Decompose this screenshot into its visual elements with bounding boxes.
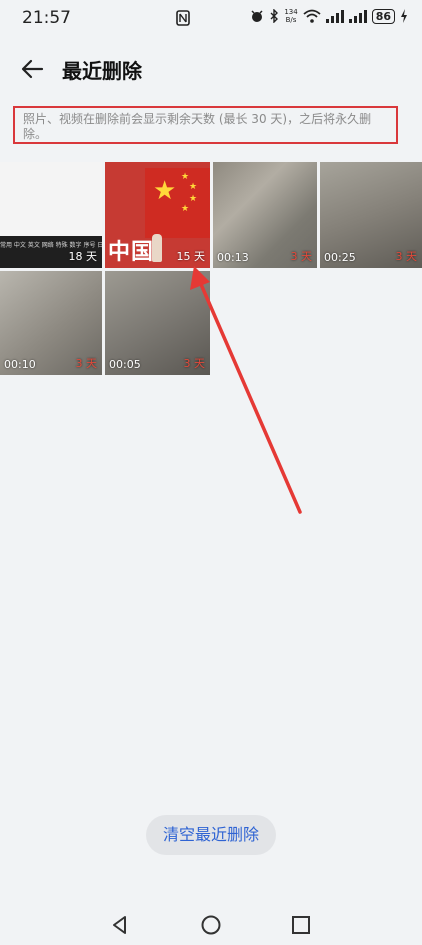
nav-back-icon[interactable] [109, 914, 131, 936]
deleted-video-thumbnail[interactable]: 00:25 3 天 [320, 162, 422, 268]
thumbnail-caption: 00:10 3 天 [0, 355, 102, 375]
network-speed-unit: B/s [285, 16, 297, 24]
star-icon: ★ [189, 182, 198, 192]
bluetooth-icon [270, 9, 279, 23]
signal-icon-1 [325, 9, 344, 23]
nfc-icon [176, 10, 190, 26]
deleted-item-thumbnail[interactable]: 常用 中文 英文 网络 特殊 数字 序号 日 18 天 [0, 162, 102, 268]
remaining-days: 18 天 [68, 250, 98, 263]
status-bar: 21:57 134 B/s 86 [0, 0, 422, 36]
star-icon: ★ [181, 172, 190, 182]
video-duration: 00:05 [109, 358, 141, 371]
network-speed-value: 134 [284, 8, 298, 16]
system-nav-bar [0, 900, 422, 945]
thumbnail-caption: 18 天 [0, 248, 102, 268]
deleted-video-thumbnail[interactable]: 00:13 3 天 [213, 162, 317, 268]
thumbnail-caption: 00:05 3 天 [105, 355, 210, 375]
star-icon: ★ [189, 194, 198, 204]
signal-icon-2 [348, 9, 367, 23]
star-icon: ★ [181, 204, 190, 214]
charging-icon [401, 9, 407, 23]
remaining-days: 3 天 [75, 357, 98, 370]
thumbnail-caption: 15 天 [105, 248, 210, 268]
video-duration: 00:25 [324, 251, 356, 264]
remaining-days: 15 天 [176, 250, 206, 263]
nav-recents-icon[interactable] [290, 914, 312, 936]
retention-notice: 照片、视频在删除前会显示剩余天数 (最长 30 天)，之后将永久删除。 [13, 106, 398, 144]
status-time: 21:57 [22, 8, 71, 28]
battery-level: 86 [371, 8, 395, 24]
alarm-icon [251, 10, 263, 22]
video-duration: 00:10 [4, 358, 36, 371]
remaining-days: 3 天 [395, 250, 418, 263]
thumbnail-caption: 00:25 3 天 [320, 248, 422, 268]
page-header: 最近删除 [0, 46, 422, 90]
remaining-days: 3 天 [290, 250, 313, 263]
remaining-days: 3 天 [183, 357, 206, 370]
network-speed: 134 B/s [284, 8, 297, 24]
star-icon: ★ [153, 176, 177, 206]
page-title: 最近删除 [62, 59, 142, 83]
video-duration: 00:13 [217, 251, 249, 264]
clear-recently-deleted-button[interactable]: 清空最近删除 [146, 815, 276, 855]
thumbnail-caption: 00:13 3 天 [213, 248, 317, 268]
deleted-item-thumbnail[interactable]: ★ ★ ★ ★ ★ 中国 15 天 [105, 162, 210, 268]
nav-home-icon[interactable] [200, 914, 222, 936]
deleted-video-thumbnail[interactable]: 00:10 3 天 [0, 271, 102, 375]
status-icons: 134 B/s 86 [250, 8, 408, 24]
deleted-video-thumbnail[interactable]: 00:05 3 天 [105, 271, 210, 375]
flag-image: ★ ★ ★ ★ ★ [145, 168, 210, 238]
back-arrow-icon[interactable] [18, 54, 48, 84]
wifi-icon [303, 9, 321, 23]
